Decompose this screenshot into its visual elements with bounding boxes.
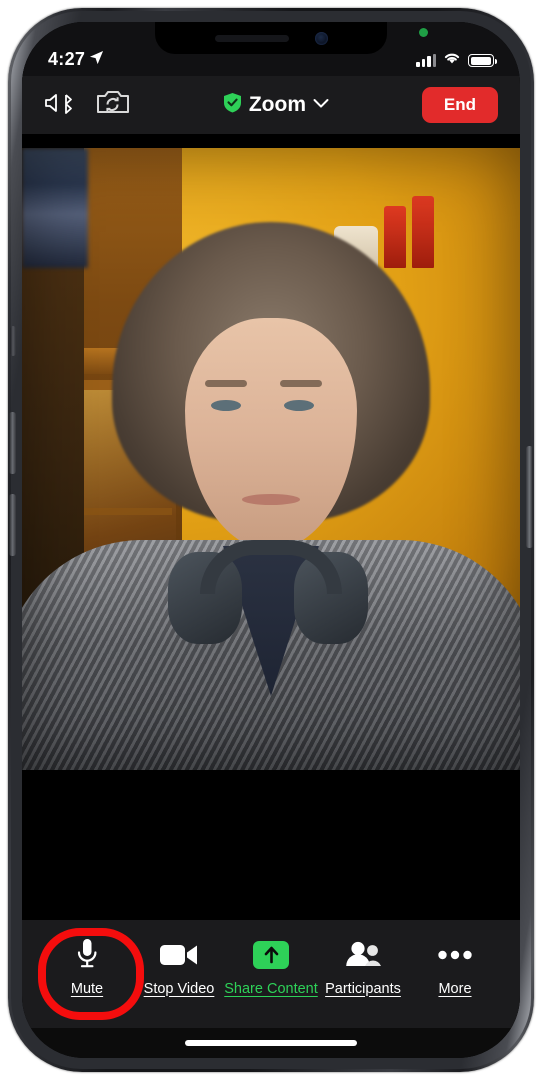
end-meeting-button[interactable]: End [421, 87, 498, 123]
share-up-arrow-icon [253, 938, 289, 972]
phone-screen-bezel: 4:27 Zoom End Mute Stop Video Share Cont… [22, 22, 520, 1058]
status-bar-left: 4:27 [48, 49, 178, 70]
ellipsis-icon [438, 938, 472, 972]
screen: 4:27 Zoom End Mute Stop Video Share Cont… [22, 22, 520, 1058]
silent-switch[interactable] [10, 326, 16, 356]
status-bar-right [416, 51, 497, 70]
front-camera-icon [314, 31, 328, 45]
video-stage [22, 134, 520, 920]
home-indicator-area [22, 1028, 520, 1058]
notch [155, 22, 387, 54]
video-camera-icon [159, 938, 199, 972]
chevron-down-icon[interactable] [313, 96, 329, 114]
cellular-bars-icon [416, 54, 436, 67]
volume-down-button[interactable] [9, 494, 16, 556]
participants-label: Participants [325, 980, 401, 997]
encryption-shield-icon [223, 92, 242, 118]
share-content-label: Share Content [224, 980, 318, 997]
battery-icon [468, 54, 497, 67]
wifi-icon [443, 51, 461, 70]
meeting-title: Zoom [248, 93, 307, 116]
more-label: More [438, 980, 472, 997]
self-video-tile[interactable] [22, 148, 520, 770]
status-time: 4:27 [48, 49, 86, 69]
stop-video-label: Stop Video [143, 980, 215, 997]
earpiece-speaker-icon [214, 34, 289, 42]
participants-button[interactable]: Participants [320, 938, 406, 997]
meeting-nav-bar: Zoom End [22, 76, 520, 134]
share-content-button[interactable]: Share Content [224, 938, 318, 997]
people-icon [343, 938, 383, 972]
green-camera-dot [419, 28, 428, 37]
stop-video-button[interactable]: Stop Video [136, 938, 222, 997]
phone-frame: 4:27 Zoom End Mute Stop Video Share Cont… [8, 8, 534, 1072]
home-indicator-bar[interactable] [185, 1040, 357, 1046]
power-button[interactable] [526, 446, 533, 548]
meeting-title-group[interactable]: Zoom [223, 92, 329, 118]
volume-up-button[interactable] [9, 412, 16, 474]
switch-camera-icon[interactable] [96, 89, 130, 121]
speaker-bluetooth-icon[interactable] [44, 91, 76, 120]
microphone-icon [75, 938, 99, 972]
share-icon-box [253, 940, 289, 969]
mute-label: Mute [70, 980, 104, 997]
more-button[interactable]: More [412, 938, 498, 997]
location-arrow-icon [89, 50, 104, 70]
meeting-toolbar: Mute Stop Video Share Content Participan… [22, 920, 520, 1028]
video-vignette [22, 148, 520, 770]
mute-button[interactable]: Mute [44, 938, 130, 997]
